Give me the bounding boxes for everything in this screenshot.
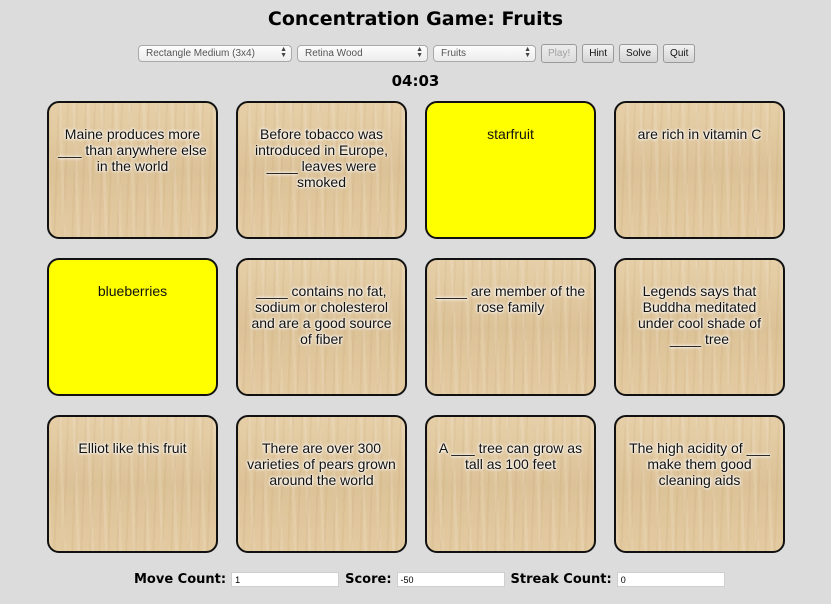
- game-card[interactable]: Elliot like this fruit: [47, 415, 218, 553]
- game-card[interactable]: Before tobacco was introduced in Europe,…: [236, 101, 407, 239]
- board-size-select[interactable]: Rectangle Medium (3x4) ▲ ▼: [138, 45, 292, 62]
- game-card[interactable]: starfruit: [425, 101, 596, 239]
- game-card[interactable]: ____ contains no fat, sodium or choleste…: [236, 258, 407, 396]
- category-select[interactable]: Fruits ▲ ▼: [433, 45, 536, 62]
- board-size-select-value: Rectangle Medium (3x4): [146, 48, 255, 59]
- theme-select-value: Retina Wood: [305, 48, 363, 59]
- move-count-field[interactable]: [231, 572, 340, 587]
- hint-button[interactable]: Hint: [582, 44, 615, 63]
- play-button[interactable]: Play!: [541, 44, 578, 63]
- page-title: Concentration Game: Fruits: [267, 8, 564, 30]
- game-card[interactable]: There are over 300 varieties of pears gr…: [236, 415, 407, 553]
- select-arrows-icon: ▲ ▼: [280, 46, 287, 59]
- game-card[interactable]: blueberries: [47, 258, 218, 396]
- stats-bar: Move Count: Score: Streak Count:: [134, 572, 731, 587]
- score-field[interactable]: [396, 572, 505, 587]
- streak-count-label: Streak Count:: [510, 572, 612, 587]
- controls-bar: Rectangle Medium (3x4) ▲ ▼ Retina Wood ▲ ▼…: [138, 44, 696, 63]
- select-arrows-icon: ▲ ▼: [524, 46, 531, 59]
- solve-button[interactable]: Solve: [619, 44, 659, 63]
- game-card[interactable]: are rich in vitamin C: [614, 101, 785, 239]
- game-card[interactable]: Legends says that Buddha meditated under…: [614, 258, 785, 396]
- quit-button[interactable]: Quit: [663, 44, 696, 63]
- game-timer: 04:03: [391, 72, 440, 90]
- game-card[interactable]: ____ are member of the rose family: [425, 258, 596, 396]
- game-card[interactable]: The high acidity of ___ make them good c…: [614, 415, 785, 553]
- category-select-value: Fruits: [441, 48, 466, 59]
- move-count-label: Move Count:: [134, 572, 227, 587]
- game-card[interactable]: Maine produces more ___ than anywhere el…: [47, 101, 218, 239]
- score-label: Score:: [345, 572, 392, 587]
- game-card[interactable]: A ___ tree can grow as tall as 100 feet: [425, 415, 596, 553]
- streak-count-field[interactable]: [616, 572, 725, 587]
- card-grid: Maine produces more ___ than anywhere el…: [47, 101, 785, 553]
- select-arrows-icon: ▲ ▼: [416, 46, 423, 59]
- theme-select[interactable]: Retina Wood ▲ ▼: [297, 45, 428, 62]
